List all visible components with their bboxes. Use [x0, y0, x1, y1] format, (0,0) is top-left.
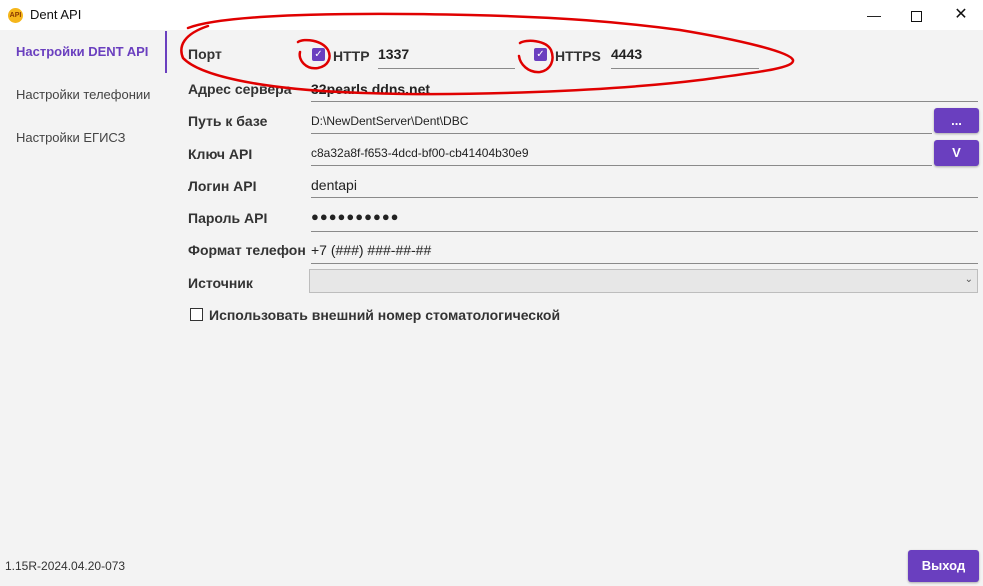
https-port-input[interactable]: 4443 [611, 46, 759, 69]
api-key-input[interactable]: c8a32a8f-f653-4dcd-bf00-cb41404b30e9 [311, 145, 932, 166]
external-number-checkbox[interactable] [190, 308, 203, 321]
chevron-down-icon: ⌄ [964, 274, 973, 285]
server-address-label: Адрес сервера [188, 81, 292, 97]
api-key-label: Ключ API [188, 146, 253, 162]
exit-button[interactable]: Выход [908, 550, 979, 582]
https-label: HTTPS [555, 48, 601, 64]
sidebar-item-telephony[interactable]: Настройки телефонии [16, 87, 150, 102]
api-password-label: Пароль API [188, 210, 268, 226]
https-checkbox[interactable]: ✓ [534, 48, 547, 61]
server-address-input[interactable]: 32pearls.ddns.net [311, 81, 978, 102]
http-label: HTTP [333, 48, 370, 64]
source-label: Источник [188, 275, 253, 291]
http-port-input[interactable]: 1337 [378, 46, 515, 69]
sidebar-item-egisz[interactable]: Настройки ЕГИСЗ [16, 130, 126, 145]
maximize-button[interactable] [893, 0, 939, 30]
source-select[interactable]: ⌄ [309, 269, 978, 293]
title-bar: API Dent API — ✕ [0, 0, 983, 30]
api-login-label: Логин API [188, 178, 257, 194]
port-label: Порт [188, 46, 222, 62]
api-password-input[interactable]: ●●●●●●●●●● [311, 209, 978, 232]
app-icon: API [8, 8, 23, 23]
maximize-icon [910, 10, 922, 22]
db-path-input[interactable]: D:\NewDentServer\Dent\DBC [311, 113, 932, 134]
sidebar-item-dent-api[interactable]: Настройки DENT API [16, 44, 148, 59]
api-login-input[interactable]: dentapi [311, 177, 978, 198]
window-title: Dent API [30, 7, 82, 22]
active-tab-indicator [165, 31, 167, 73]
db-path-label: Путь к базе [188, 113, 268, 129]
phone-format-label: Формат телефона [188, 242, 306, 258]
close-button[interactable]: ✕ [938, 0, 983, 30]
browse-button[interactable]: ... [934, 108, 979, 133]
http-checkbox[interactable]: ✓ [312, 48, 325, 61]
generate-key-button[interactable]: V [934, 140, 979, 166]
external-number-label: Использовать внешний номер стоматологиче… [209, 307, 561, 323]
version-label: 1.15R-2024.04.20-073 [5, 559, 126, 573]
phone-format-input[interactable]: +7 (###) ###-##-## [311, 242, 978, 264]
minimize-button[interactable]: — [851, 0, 897, 30]
